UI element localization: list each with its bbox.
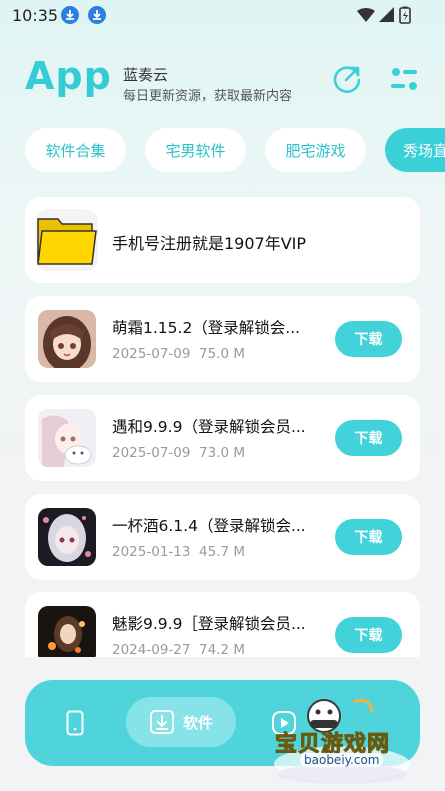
nav-label: 软件 xyxy=(182,713,213,732)
app-date: 2025-07-09 xyxy=(112,445,191,461)
app-size: 74.2 M xyxy=(199,642,245,657)
settings-sliders-icon xyxy=(391,68,417,90)
folder-card[interactable]: 手机号注册就是1907年VIP xyxy=(25,197,420,283)
tab-live-show[interactable]: 秀场直 xyxy=(385,128,445,172)
share-button[interactable] xyxy=(331,63,363,95)
page-title: 蓝奏云 xyxy=(123,66,169,84)
download-icon xyxy=(88,6,106,24)
folder-label: 手机号注册就是1907年VIP xyxy=(112,234,307,253)
download-button[interactable]: 下载 xyxy=(335,519,402,555)
tab-otaku-games[interactable]: 肥宅游戏 xyxy=(265,128,366,172)
list-item[interactable]: 萌霜1.15.2（登录解锁会... 2025-07-09 75.0 M 下载 xyxy=(25,296,420,382)
settings-button[interactable] xyxy=(388,63,420,95)
download-box-icon xyxy=(149,710,174,734)
app-name: 遇和9.9.9（登录解锁会员... xyxy=(112,418,306,436)
status-bar: 10:35 xyxy=(0,0,445,30)
list-clip: 魅影9.9.9［登录解锁会员... 2024-09-27 74.2 M 下载 xyxy=(0,592,445,657)
app-date: 2025-07-09 xyxy=(112,346,191,362)
page-subtitle: 每日更新资源，获取最新内容 xyxy=(123,89,293,104)
app-date: 2024-09-27 xyxy=(112,642,191,657)
app-thumbnail xyxy=(38,606,96,657)
download-button[interactable]: 下载 xyxy=(335,617,402,653)
list-item[interactable]: 魅影9.9.9［登录解锁会员... 2024-09-27 74.2 M 下载 xyxy=(25,592,420,657)
folder-icon xyxy=(37,218,97,265)
app-name: 魅影9.9.9［登录解锁会员... xyxy=(112,615,306,633)
download-icon xyxy=(61,6,79,24)
app-size: 75.0 M xyxy=(199,346,245,362)
nav-item-device[interactable] xyxy=(66,710,84,740)
folder-thumb xyxy=(36,209,98,271)
tab-otaku-software[interactable]: 宅男软件 xyxy=(145,128,246,172)
category-tabs: 软件合集 宅男软件 肥宅游戏 秀场直 xyxy=(0,128,445,172)
app-thumbnail xyxy=(38,409,96,467)
download-button[interactable]: 下载 xyxy=(335,420,402,456)
list-item[interactable]: 遇和9.9.9（登录解锁会员... 2025-07-09 73.0 M 下载 xyxy=(25,395,420,481)
list-item[interactable]: 一杯酒6.1.4（登录解锁会... 2025-01-13 45.7 M 下载 xyxy=(25,494,420,580)
status-time: 10:35 xyxy=(12,6,59,25)
app-name: 萌霜1.15.2（登录解锁会... xyxy=(112,319,301,337)
nav-item-software[interactable]: 软件 xyxy=(126,697,236,747)
app-date: 2025-01-13 xyxy=(112,544,191,560)
tab-software-collection[interactable]: 软件合集 xyxy=(25,128,126,172)
app-name: 一杯酒6.1.4（登录解锁会... xyxy=(112,517,306,535)
app-size: 73.0 M xyxy=(199,445,245,461)
app-thumbnail xyxy=(38,508,96,566)
phone-icon xyxy=(66,710,84,736)
app-brand: App xyxy=(25,54,112,98)
watermark-url: baobeiy.com xyxy=(300,753,384,767)
app-thumbnail xyxy=(38,310,96,368)
wifi-icon xyxy=(357,8,375,22)
app-size: 45.7 M xyxy=(199,544,245,560)
signal-icon xyxy=(379,7,394,22)
share-icon xyxy=(333,66,361,93)
battery-icon xyxy=(399,6,411,24)
download-button[interactable]: 下载 xyxy=(335,321,402,357)
